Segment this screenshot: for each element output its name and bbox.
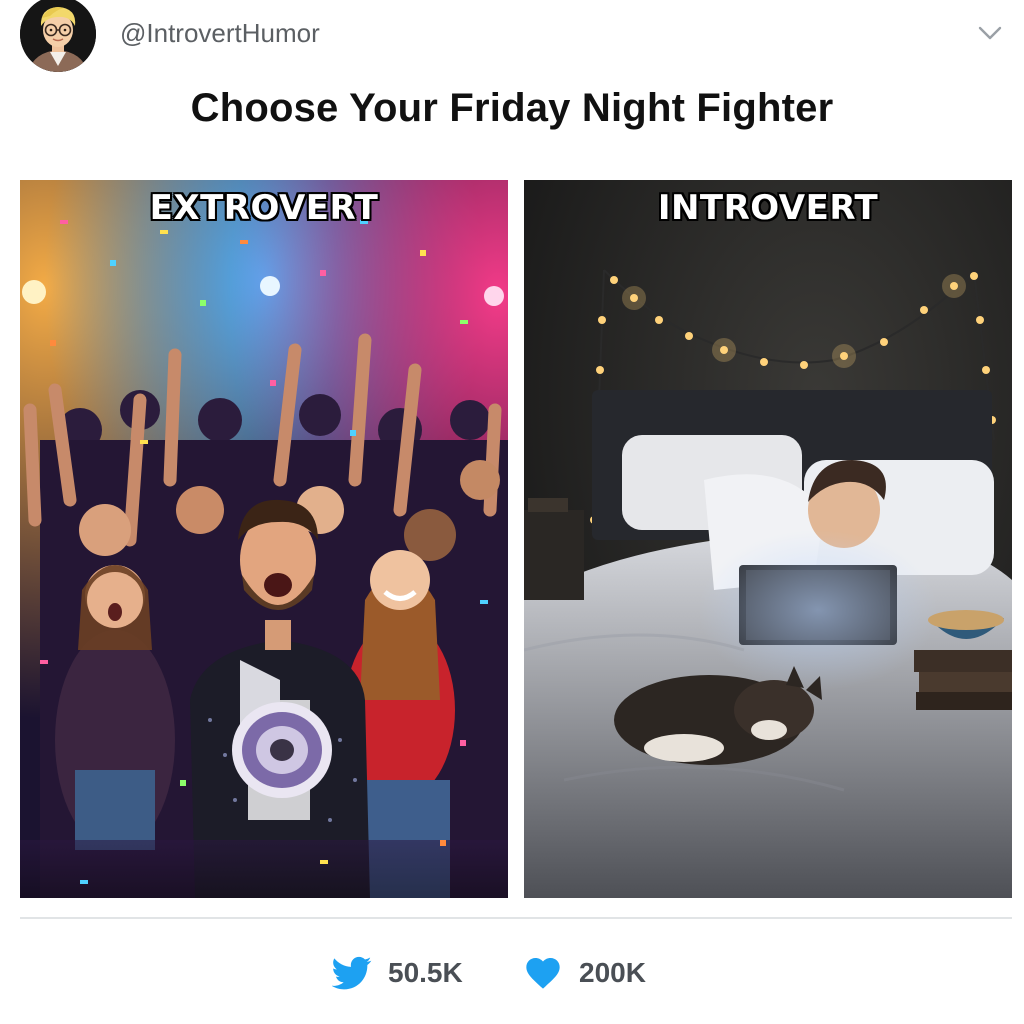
author-handle[interactable]: @IntrovertHumor xyxy=(120,18,320,49)
introvert-photo[interactable]: INTROVERT xyxy=(524,180,1012,898)
post-header: @IntrovertHumor xyxy=(20,0,1010,72)
like-stat[interactable]: 200K xyxy=(523,950,646,996)
introvert-label: INTROVERT xyxy=(657,188,879,228)
engagement-bar: 50.5K 200K xyxy=(0,950,1024,996)
heart-icon xyxy=(523,953,563,993)
retweet-count: 50.5K xyxy=(388,957,463,988)
stats-divider xyxy=(20,917,1012,919)
avatar[interactable] xyxy=(20,0,96,72)
post-title: Choose Your Friday Night Fighter xyxy=(190,86,834,130)
like-count: 200K xyxy=(579,957,646,988)
extrovert-photo[interactable]: EXTROVERT xyxy=(20,180,508,898)
bird-icon xyxy=(331,953,372,993)
bedroom-scene-illustration xyxy=(524,180,1012,898)
retweet-stat[interactable]: 50.5K xyxy=(331,950,463,996)
extrovert-label: EXTROVERT xyxy=(149,188,379,228)
chevron-down-icon[interactable] xyxy=(976,22,1004,44)
party-scene-illustration xyxy=(20,180,508,898)
avatar-illustration xyxy=(20,0,96,72)
